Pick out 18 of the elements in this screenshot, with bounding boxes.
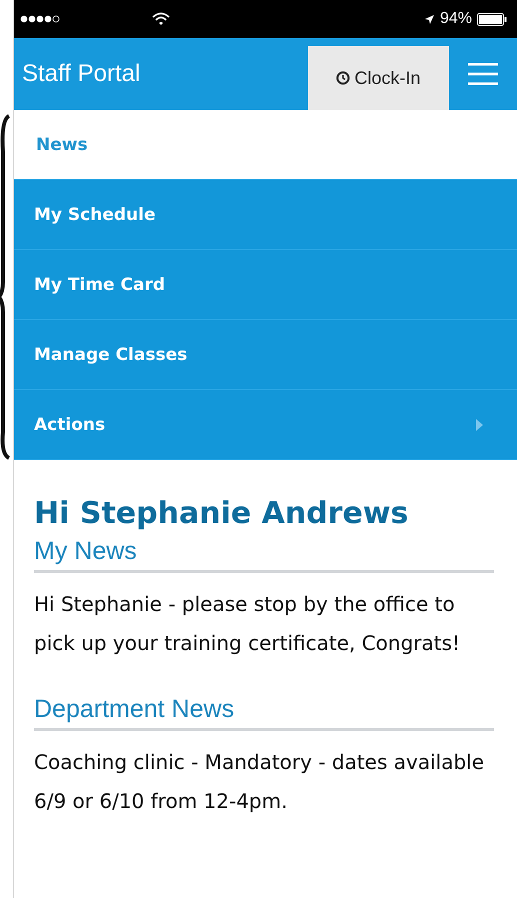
greeting-heading: Hi Stephanie Andrews <box>34 496 410 531</box>
menu-item[interactable]: My Time Card <box>14 250 517 320</box>
clock-icon <box>336 71 350 85</box>
wifi-icon <box>152 12 170 26</box>
menu-icon <box>468 62 498 86</box>
news-text: Coaching clinic - Mandatory - dates available 6/9 or 6/10 from 12-4pm. <box>34 749 486 815</box>
section-heading: Department News <box>34 695 494 731</box>
news-text: Hi Stephanie - please stop by the office to pick up your training certificate, Congrats! <box>34 591 462 657</box>
location-arrow-icon <box>424 14 435 24</box>
battery-percent: 94% <box>440 10 472 28</box>
section-heading: My News <box>34 537 494 573</box>
menu-item[interactable]: Manage Classes <box>14 320 517 390</box>
menu-item[interactable]: Actions <box>14 390 517 460</box>
battery-icon <box>477 12 507 26</box>
menu-item[interactable]: News <box>14 110 517 180</box>
menu-item[interactable]: My Schedule <box>14 180 517 250</box>
app-title: Staff Portal <box>21 60 142 88</box>
clock-in-button[interactable]: Clock-In <box>308 46 449 110</box>
